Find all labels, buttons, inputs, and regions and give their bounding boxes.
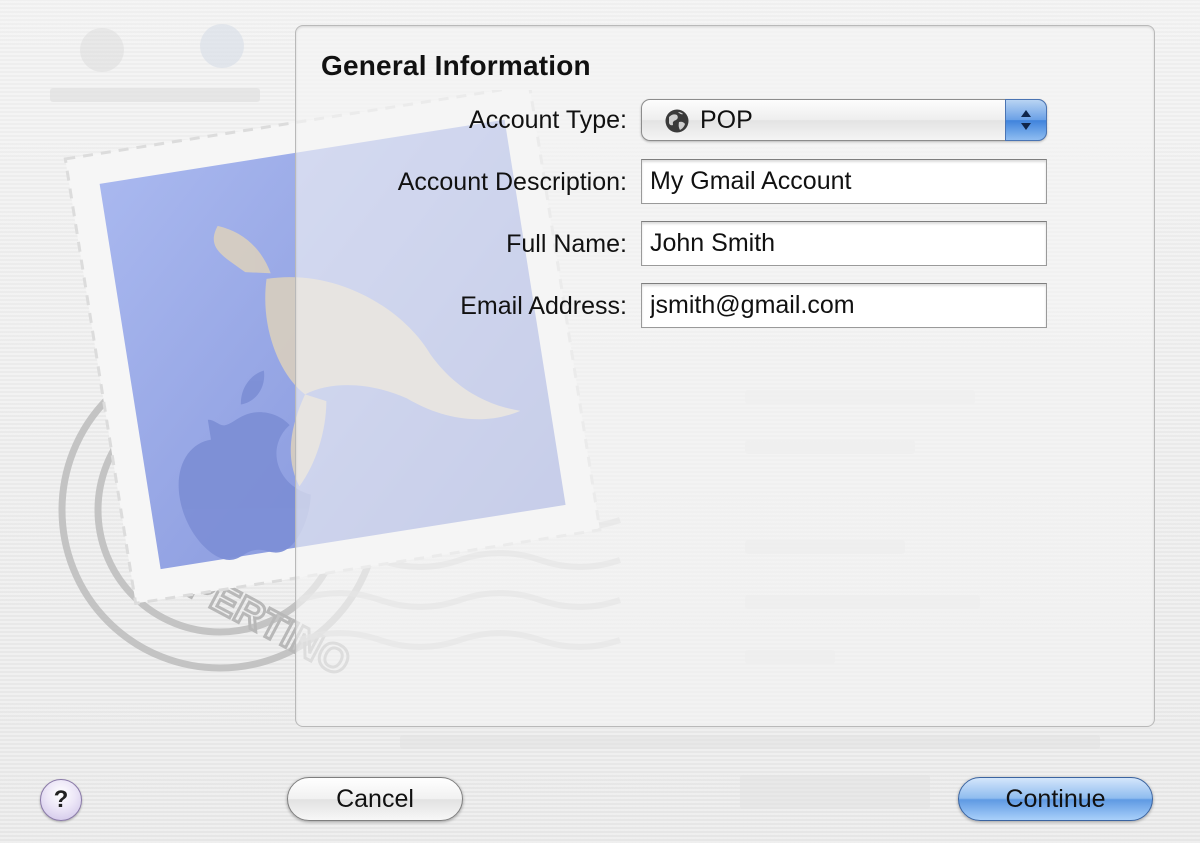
continue-button[interactable]: Continue: [958, 777, 1153, 821]
account-type-value: POP: [700, 106, 753, 134]
account-type-label: Account Type:: [469, 106, 627, 134]
email-address-field[interactable]: [641, 283, 1047, 328]
background-toolbar-icon: [80, 28, 124, 72]
up-down-arrows-icon: [1021, 110, 1031, 130]
help-button[interactable]: ?: [40, 779, 82, 821]
email-address-label: Email Address:: [460, 292, 627, 320]
cancel-button[interactable]: Cancel: [287, 777, 463, 821]
account-setup-panel: General Information Account Type: POP Ac…: [295, 25, 1155, 727]
section-title: General Information: [321, 50, 591, 81]
full-name-label: Full Name:: [506, 230, 627, 258]
full-name-field[interactable]: [641, 221, 1047, 266]
account-type-popup[interactable]: POP: [641, 99, 1047, 141]
background-toolbar-icon: [200, 24, 244, 68]
account-description-label: Account Description:: [397, 168, 627, 196]
background-field: [740, 775, 930, 809]
popup-stepper[interactable]: [1005, 99, 1047, 141]
account-description-field[interactable]: [641, 159, 1047, 204]
globe-icon: [665, 109, 689, 133]
